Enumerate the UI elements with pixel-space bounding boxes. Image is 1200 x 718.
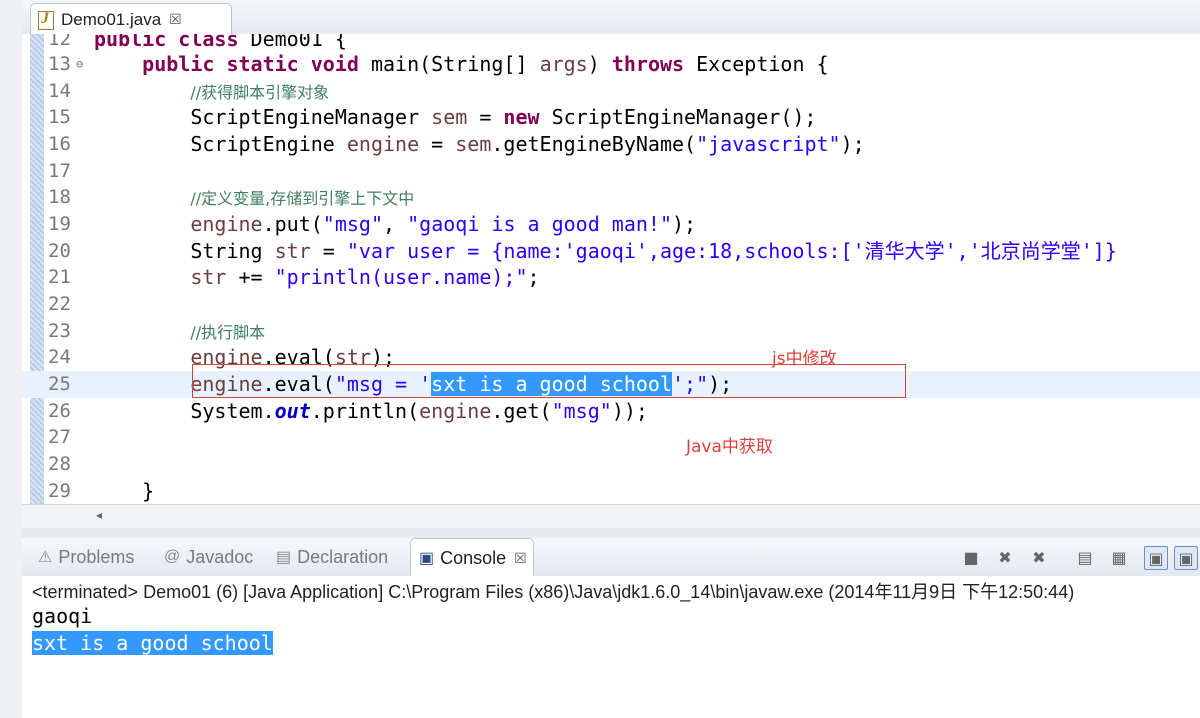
console-icon: ▣ <box>419 550 435 567</box>
code-line: 15 ScriptEngineManager sem = new ScriptE… <box>48 105 817 129</box>
fold-icon[interactable]: ⊖ <box>76 51 83 78</box>
code-line: 28 <box>48 453 71 475</box>
console-status-line: <terminated> Demo01 (6) [Java Applicatio… <box>32 582 1075 602</box>
remove-launch-icon[interactable]: ✖ <box>994 546 1016 568</box>
tab-problems[interactable]: ⚠ Problems <box>30 538 134 576</box>
code-line: 19 engine.put("msg", "gaoqi is a good ma… <box>48 212 697 236</box>
console-output-area[interactable]: <terminated> Demo01 (6) [Java Applicatio… <box>22 576 1200 718</box>
scroll-left-icon[interactable]: ◂ <box>96 508 102 522</box>
console-output-line-selected: sxt is a good school <box>32 631 273 655</box>
code-line: 26 System.out.println(engine.get("msg"))… <box>48 399 648 423</box>
pin-console-icon[interactable]: ▣ <box>1144 546 1168 570</box>
remove-all-launches-icon[interactable]: ✖ <box>1028 546 1050 568</box>
annotation-java-get: Java中获取 <box>686 437 773 457</box>
tab-javadoc[interactable]: @ Javadoc <box>156 538 253 576</box>
declaration-icon: ▤ <box>276 549 292 566</box>
editor-tab-demo01[interactable]: J Demo01.java ☒ <box>30 3 232 35</box>
console-tab-bar: ⚠ Problems @ Javadoc ▤ Declaration ▣ Con… <box>22 538 1200 577</box>
code-line: 18 //定义变量,存储到引擎上下文中 <box>48 186 415 208</box>
code-line: 20 String str = "var user = {name:'gaoqi… <box>48 239 1117 263</box>
annotation-js-modify: js中修改 <box>772 349 837 369</box>
tab-declaration[interactable]: ▤ Declaration <box>268 538 388 576</box>
panel-divider <box>22 528 1200 538</box>
close-icon[interactable]: ☒ <box>514 550 527 567</box>
stop-icon[interactable]: ■ <box>960 546 982 568</box>
code-line: 27 <box>48 426 71 448</box>
close-icon[interactable]: ☒ <box>169 11 182 28</box>
code-line: 14 //获得脚本引擎对象 <box>48 80 330 102</box>
editor-tab-label: Demo01.java <box>61 9 162 29</box>
tab-console[interactable]: ▣ Console ☒ <box>410 538 534 577</box>
problems-icon: ⚠ <box>38 549 53 566</box>
code-line: 21 str += "println(user.name);"; <box>48 265 540 289</box>
code-line: 13 ⊖ public static void main(String[] arg… <box>48 51 829 78</box>
code-editor[interactable]: 12 public class Demo01 { 13 ⊖ public stati… <box>22 34 1200 504</box>
code-line: 22 <box>48 293 71 315</box>
code-line: 12 public class Demo01 { <box>48 34 347 51</box>
left-window-strip <box>0 0 23 718</box>
scroll-lock-icon[interactable]: ▦ <box>1108 546 1130 568</box>
display-console-icon[interactable]: ▣ <box>1174 546 1198 570</box>
code-line: 17 <box>48 160 71 182</box>
java-file-icon: J <box>37 10 55 30</box>
editor-tab-bar: J Demo01.java ☒ <box>22 0 1200 35</box>
code-line: 29 } <box>48 479 155 503</box>
horizontal-scrollbar[interactable]: ◂ <box>22 504 1200 529</box>
annotation-highlight-box <box>192 364 906 398</box>
clear-console-icon[interactable]: ▤ <box>1074 546 1096 568</box>
code-line: 23 //执行脚本 <box>48 320 266 342</box>
javadoc-icon: @ <box>164 548 181 565</box>
code-line: 16 ScriptEngine engine = sem.getEngineBy… <box>48 132 865 156</box>
console-output-line: gaoqi <box>32 604 93 628</box>
